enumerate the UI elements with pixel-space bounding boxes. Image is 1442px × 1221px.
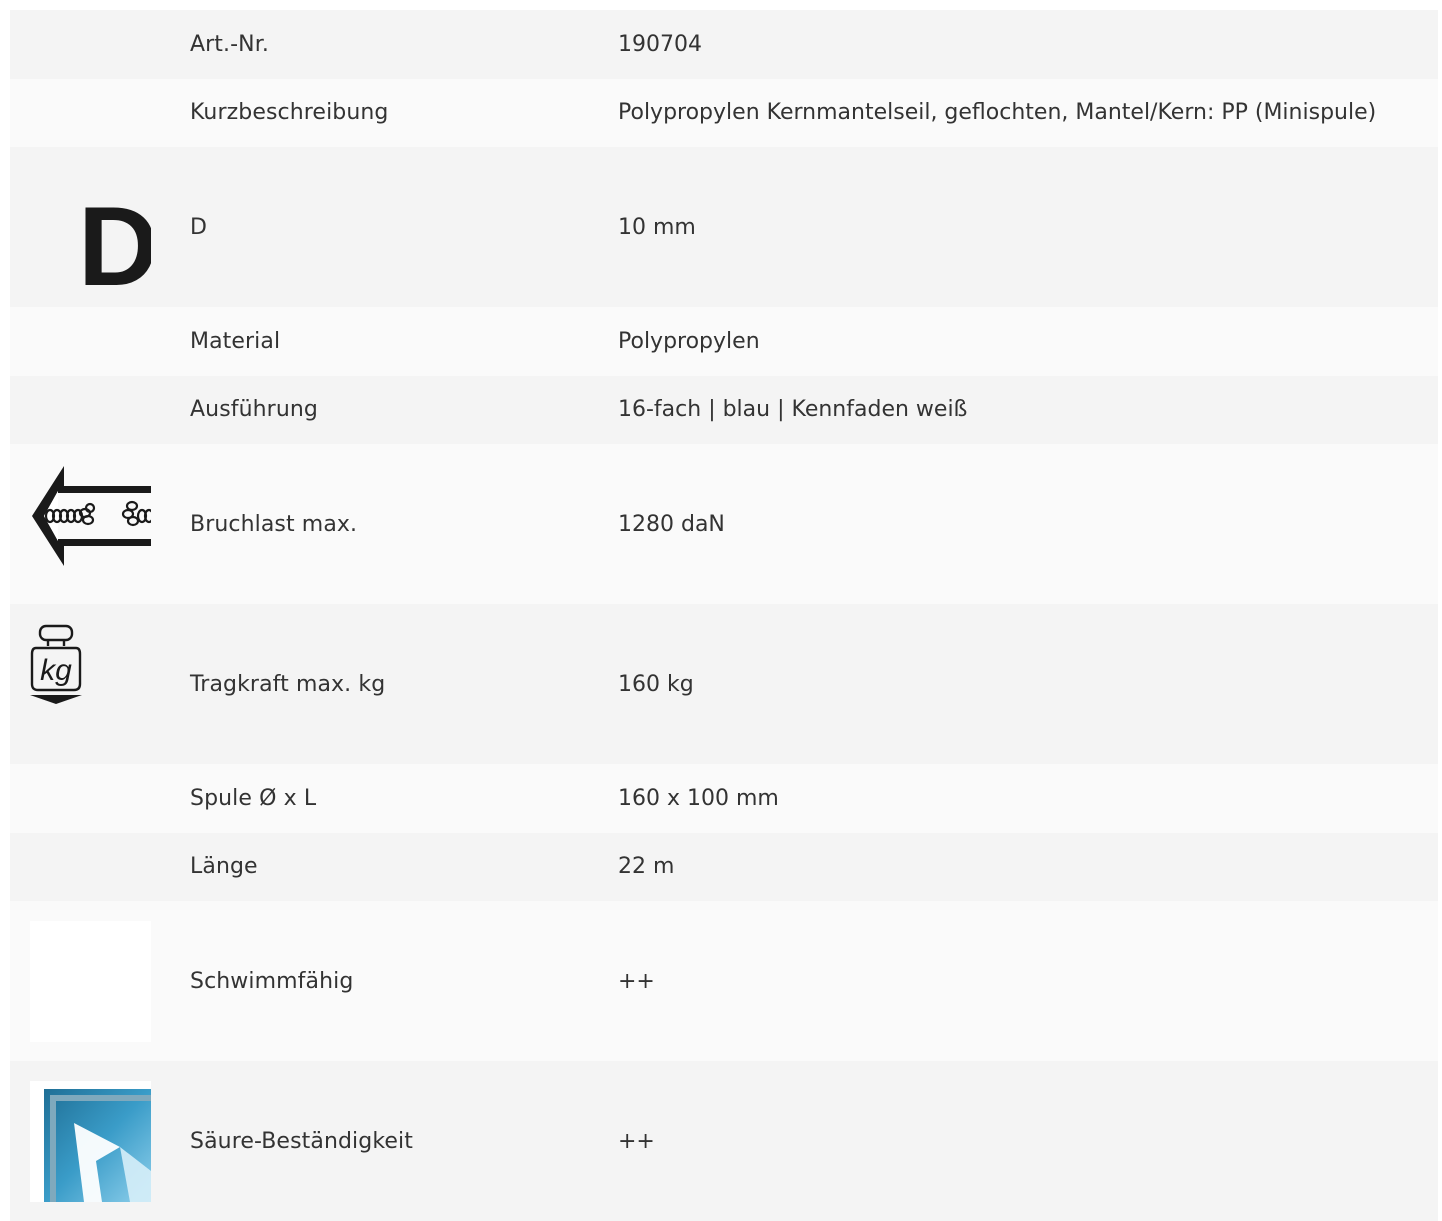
row-icon-cell (10, 307, 190, 376)
spec-label: Ausführung (190, 397, 318, 423)
spec-label: Material (190, 328, 281, 354)
spec-row-schwimmfaehig: Schwimmfähig ++ (10, 901, 1438, 1061)
diameter-d-icon: D (30, 167, 151, 288)
spec-value: 22 m (618, 854, 675, 880)
breaking-load-rope-arrow-icon (30, 464, 151, 585)
spec-row-laenge: Länge 22 m (10, 832, 1438, 902)
spec-value: 160 x 100 mm (618, 785, 779, 811)
spec-row-art-nr: Art.-Nr. 190704 (10, 10, 1438, 79)
spec-row-kurzbeschreibung: Kurzbeschreibung Polypropylen Kernmantel… (10, 78, 1438, 148)
row-icon-cell (10, 444, 190, 604)
spec-label: Bruchlast max. (190, 511, 358, 537)
spec-row-tragkraft: kg Tragkraft max. kg 160 kg (10, 604, 1438, 764)
spec-value: 160 kg (618, 671, 694, 697)
weight-kg-text: kg (40, 654, 72, 687)
spec-label: Art.-Nr. (190, 31, 269, 57)
spec-row-ausfuehrung: Ausführung 16-fach | blau | Kennfaden we… (10, 375, 1438, 445)
spec-value: 1280 daN (618, 511, 725, 537)
spec-label: Spule Ø x L (190, 785, 317, 811)
spec-label: Länge (190, 854, 258, 880)
row-icon-cell: kg (10, 604, 190, 764)
row-icon-cell (10, 79, 190, 148)
row-icon-cell (10, 10, 190, 79)
weight-kg-icon: kg (30, 624, 151, 745)
spec-row-bruchlast: Bruchlast max. 1280 daN (10, 444, 1438, 604)
spec-value: 10 mm (618, 214, 696, 240)
spec-label: Schwimmfähig (190, 968, 354, 994)
row-icon-cell (10, 764, 190, 833)
spec-row-saeure: Säure-Beständigkeit ++ (10, 1061, 1438, 1221)
spec-label: Kurzbeschreibung (190, 100, 389, 126)
spec-value: 16-fach | blau | Kennfaden weiß (618, 397, 968, 423)
spec-table: Art.-Nr. 190704 Kurzbeschreibung Polypro… (10, 10, 1438, 1221)
spec-label: Tragkraft max. kg (190, 671, 386, 697)
spec-row-spule: Spule Ø x L 160 x 100 mm (10, 764, 1438, 833)
spec-label: D (190, 214, 208, 240)
row-icon-cell (10, 1061, 190, 1221)
spec-value: 190704 (618, 31, 702, 57)
row-icon-cell (10, 376, 190, 445)
spec-value: ++ (618, 1128, 655, 1154)
spec-value: Polypropylen (618, 328, 760, 354)
spec-row-material: Material Polypropylen (10, 307, 1438, 376)
row-icon-cell (10, 901, 190, 1061)
row-icon-cell (10, 833, 190, 902)
row-icon-cell: D (10, 147, 190, 307)
spec-row-diameter: D D 10 mm (10, 147, 1438, 307)
spec-label: Säure-Beständigkeit (190, 1128, 413, 1154)
spec-value: ++ (618, 968, 655, 994)
spec-value: Polypropylen Kernmantelseil, geflochten,… (618, 100, 1377, 126)
floatability-icon (30, 921, 151, 1042)
diameter-d-glyph: D (78, 184, 151, 288)
acid-resistance-icon (30, 1081, 151, 1202)
